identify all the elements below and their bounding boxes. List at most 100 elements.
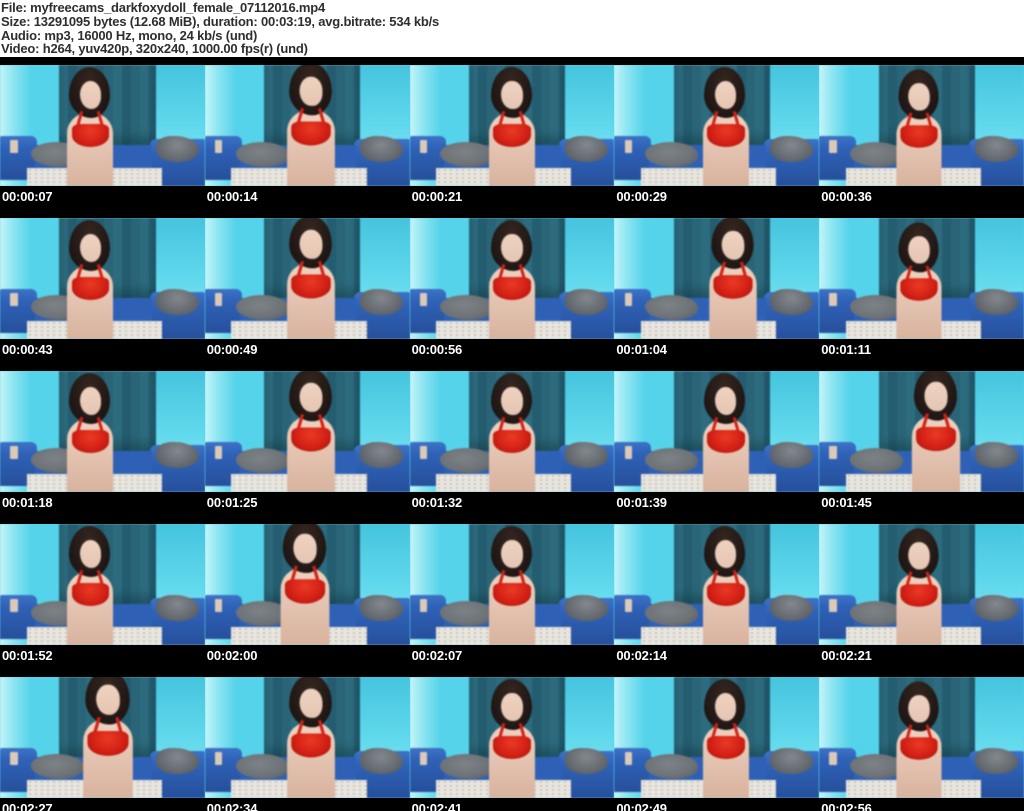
figure-face [501,233,523,262]
cup [419,140,428,154]
gray-blanket [974,136,1018,162]
frame-timestamp: 00:02:27 [2,801,53,811]
video-frame-thumbnail [409,677,615,798]
webcam-room-scene [409,218,615,339]
red-bra [915,427,956,452]
gray-blanket [360,595,404,621]
frame-timestamp: 00:02:00 [206,648,258,663]
gray-blanket [360,289,404,315]
frame-timestamp: 00:01:39 [616,495,667,510]
cup [624,293,632,307]
red-bra [900,125,938,149]
person-figure [878,220,958,339]
webcam-room-scene [0,371,205,492]
frame-timestamp: 00:01:25 [206,495,258,510]
red-bra [900,737,938,761]
person-figure [49,524,131,645]
gray-blanket [155,442,199,468]
cup [215,446,223,460]
gray-blanket [565,442,609,468]
video-frame-thumbnail [409,524,615,645]
person-figure [878,526,958,645]
cup [419,293,428,307]
person-figure [471,65,553,186]
webcam-room-scene [204,65,410,186]
cup [419,752,428,766]
thumbnail-cell: 00:00:49 [204,218,410,363]
figure-face [501,386,523,415]
person-figure [685,371,767,492]
frame-timestamp: 00:02:56 [821,801,872,811]
thumbnail-cell: 00:01:32 [409,371,615,516]
frame-timestamp: 00:00:14 [206,189,258,204]
thumbnail-cell: 00:02:21 [819,524,1024,669]
frame-timestamp: 00:01:32 [411,495,463,510]
frame-timestamp: 00:00:56 [411,342,463,357]
frame-timestamp: 00:02:21 [821,648,872,663]
webcam-room-scene [614,677,820,798]
thumbnail-cell: 00:02:14 [614,524,820,669]
person-figure [471,371,553,492]
video-frame-thumbnail [204,65,410,186]
webcam-room-scene [0,524,205,645]
figure-face [924,381,947,411]
webcam-room-scene [204,524,410,645]
thumbnail-cell: 00:02:00 [204,524,410,669]
webcam-room-scene [204,371,410,492]
webcam-room-scene [0,677,205,798]
person-figure [878,67,958,186]
webcam-room-scene [614,371,820,492]
cup [624,446,632,460]
gray-blanket [974,595,1018,621]
person-figure [269,218,354,339]
frame-timestamp: 00:00:21 [411,189,463,204]
gray-blanket [974,442,1018,468]
video-frame-thumbnail [204,371,410,492]
thumbnail-cell: 00:01:18 [0,371,205,516]
video-frame-thumbnail [204,677,410,798]
gray-blanket [770,136,814,162]
person-figure [471,677,553,798]
webcam-room-scene [409,677,615,798]
thumbnail-cell: 00:01:25 [204,371,410,516]
video-frame-thumbnail [819,371,1024,492]
cup [419,446,428,460]
cup [624,599,632,613]
cup [829,599,837,613]
person-figure [64,677,152,798]
video-contact-sheet: File: myfreecams_darkfoxydoll_female_071… [0,0,1024,811]
thumbnail-cell: 00:01:04 [614,218,820,363]
person-figure [893,371,979,492]
video-frame-thumbnail [0,524,205,645]
thumbnail-grid: 00:00:07 00:00:14 00:00:21 00:00:29 00:0… [0,57,1024,811]
figure-face [721,230,744,260]
thumbnail-cell: 00:02:27 [0,677,205,811]
video-frame-thumbnail [819,524,1024,645]
frame-timestamp: 00:02:49 [616,801,667,811]
cup [419,599,428,613]
video-frame-thumbnail [409,65,615,186]
cup [215,752,223,766]
cup [215,140,223,154]
cup [829,446,837,460]
cup [624,140,632,154]
frame-timestamp: 00:00:43 [2,342,53,357]
cup [10,140,18,154]
video-frame-thumbnail [204,524,410,645]
gray-blanket [565,748,609,774]
video-frame-thumbnail [0,371,205,492]
gray-blanket [770,748,814,774]
thumbnail-cell: 00:00:14 [204,65,410,210]
figure-face [96,684,120,715]
frame-timestamp: 00:01:45 [821,495,872,510]
cup [829,293,837,307]
person-figure [49,65,131,186]
frame-timestamp: 00:01:11 [821,342,871,357]
thumbnail-row: 00:02:27 00:02:34 00:02:41 00:02:49 00:0… [0,669,1024,811]
webcam-room-scene [614,65,820,186]
webcam-room-scene [614,218,820,339]
webcam-room-scene [819,218,1024,339]
gray-blanket [565,136,609,162]
cup [215,293,223,307]
figure-face [715,80,737,109]
